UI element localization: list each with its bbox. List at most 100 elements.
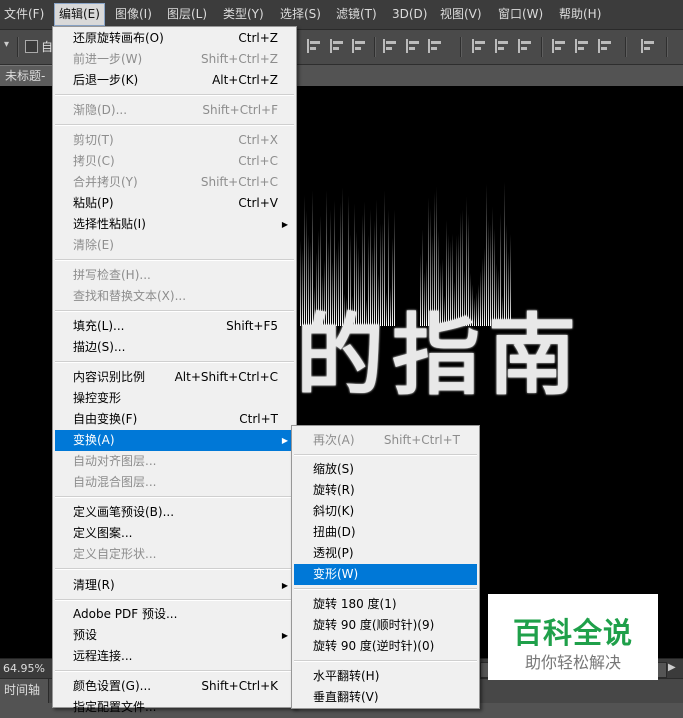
menu-item-content-aware-scale[interactable]: 内容识别比例 Alt+Shift+Ctrl+C xyxy=(55,367,294,388)
menu-separator xyxy=(55,361,294,363)
distribute-hcenter-icon[interactable] xyxy=(575,39,589,53)
menu-separator xyxy=(55,670,294,672)
menu-item-remote-connections[interactable]: 远程连接... xyxy=(55,646,294,667)
divider xyxy=(374,37,376,57)
menu-item-presets[interactable]: 预设 ▶ xyxy=(55,625,294,646)
menu-separator xyxy=(294,660,477,662)
menu-item-rotate-180[interactable]: 旋转 180 度(1) xyxy=(294,594,477,615)
submenu-arrow-icon: ▶ xyxy=(281,436,288,445)
distribute-vcenter-icon[interactable] xyxy=(495,39,509,53)
menu-help[interactable]: 帮助(H) xyxy=(555,4,605,25)
menu-select[interactable]: 选择(S) xyxy=(276,4,325,25)
menu-item-paste[interactable]: 粘贴(P) Ctrl+V xyxy=(55,193,294,214)
menu-item-free-transform[interactable]: 自由变换(F) Ctrl+T xyxy=(55,409,294,430)
zoom-level[interactable]: 64.95% xyxy=(3,662,45,675)
menu-item-again[interactable]: 再次(A) Shift+Ctrl+T xyxy=(294,430,477,451)
menu-item-perspective[interactable]: 透视(P) xyxy=(294,543,477,564)
align-top-icon[interactable] xyxy=(307,39,321,53)
menu-item-scale[interactable]: 缩放(S) xyxy=(294,459,477,480)
menu-item-transform[interactable]: 变换(A) ▶ xyxy=(55,430,294,451)
menu-item-rotate-90-ccw[interactable]: 旋转 90 度(逆时针)(0) xyxy=(294,636,477,657)
menu-item-define-pattern[interactable]: 定义图案... xyxy=(55,523,294,544)
menu-item-spell-check[interactable]: 拼写检查(H)... xyxy=(55,265,294,286)
menu-item-clear[interactable]: 清除(E) xyxy=(55,235,294,256)
distribute-left-icon[interactable] xyxy=(552,39,566,53)
watermark-title: 百科全说 xyxy=(512,616,633,650)
menu-item-stroke[interactable]: 描边(S)... xyxy=(55,337,294,358)
menu-item-fill[interactable]: 填充(L)... Shift+F5 xyxy=(55,316,294,337)
menu-separator xyxy=(294,454,477,456)
document-tab[interactable]: 未标题- xyxy=(0,65,57,86)
align-left-icon[interactable] xyxy=(383,39,397,53)
menu-item-paste-special[interactable]: 选择性粘贴(I) ▶ xyxy=(55,214,294,235)
submenu-arrow-icon: ▶ xyxy=(281,631,288,640)
watermark-subtitle: 助你轻松解决 xyxy=(524,653,621,672)
menu-edit[interactable]: 编辑(E) xyxy=(54,3,105,26)
menu-item-define-shape[interactable]: 定义自定形状... xyxy=(55,544,294,565)
menu-item-purge[interactable]: 清理(R) ▶ xyxy=(55,575,294,596)
distribute-top-icon[interactable] xyxy=(472,39,486,53)
menu-separator xyxy=(55,568,294,570)
align-right-icon[interactable] xyxy=(428,39,442,53)
menu-separator xyxy=(294,588,477,590)
divider xyxy=(541,37,543,57)
menu-item-rotate[interactable]: 旋转(R) xyxy=(294,480,477,501)
menu-item-auto-align-layers[interactable]: 自动对齐图层... xyxy=(55,451,294,472)
menu-item-rotate-90-cw[interactable]: 旋转 90 度(顺时针)(9) xyxy=(294,615,477,636)
canvas-char: 南 xyxy=(488,304,585,407)
menu-item-puppet-warp[interactable]: 操控变形 xyxy=(55,388,294,409)
submenu-arrow-icon: ▶ xyxy=(281,581,288,590)
menu-separator xyxy=(55,259,294,261)
divider xyxy=(17,37,19,57)
menu-separator xyxy=(55,496,294,498)
canvas-char: 的 xyxy=(296,304,393,407)
menu-item-flip-horizontal[interactable]: 水平翻转(H) xyxy=(294,666,477,687)
menu-filter[interactable]: 滤镜(T) xyxy=(332,4,381,25)
menu-separator xyxy=(55,599,294,601)
align-hcenter-icon[interactable] xyxy=(406,39,420,53)
divider xyxy=(666,37,668,57)
divider xyxy=(460,37,462,57)
menu-item-copy[interactable]: 拷贝(C) Ctrl+C xyxy=(55,151,294,172)
menu-3d[interactable]: 3D(D) xyxy=(388,4,431,25)
menu-item-color-settings[interactable]: 颜色设置(G)... Shift+Ctrl+K xyxy=(55,676,294,697)
auto-select-checkbox[interactable] xyxy=(25,40,38,53)
menu-window[interactable]: 窗口(W) xyxy=(494,4,547,25)
canvas-char: 指 xyxy=(392,304,489,407)
menu-item-flip-vertical[interactable]: 垂直翻转(V) xyxy=(294,687,477,708)
scroll-right-icon[interactable]: ▶ xyxy=(668,662,676,673)
menu-item-auto-blend-layers[interactable]: 自动混合图层... xyxy=(55,472,294,493)
menu-image[interactable]: 图像(I) xyxy=(111,4,156,25)
distribute-bottom-icon[interactable] xyxy=(518,39,532,53)
watermark-logo: 百科全说 助你轻松解决 xyxy=(488,594,658,680)
menu-item-warp[interactable]: 变形(W) xyxy=(294,564,477,585)
menu-item-undo[interactable]: 还原旋转画布(O) Ctrl+Z xyxy=(55,28,294,49)
menu-item-step-forward[interactable]: 前进一步(W) Shift+Ctrl+Z xyxy=(55,49,294,70)
menu-view[interactable]: 视图(V) xyxy=(436,4,486,25)
menu-item-find-replace[interactable]: 查找和替换文本(X)... xyxy=(55,286,294,307)
menu-item-skew[interactable]: 斜切(K) xyxy=(294,501,477,522)
submenu-arrow-icon: ▶ xyxy=(281,220,288,229)
auto-align-icon[interactable] xyxy=(641,39,655,53)
menu-item-copy-merged[interactable]: 合并拷贝(Y) Shift+Ctrl+C xyxy=(55,172,294,193)
menu-item-define-brush[interactable]: 定义画笔预设(B)... xyxy=(55,502,294,523)
menu-file[interactable]: 文件(F) xyxy=(0,4,48,25)
menu-item-fade[interactable]: 渐隐(D)... Shift+Ctrl+F xyxy=(55,100,294,121)
timeline-tab[interactable]: 时间轴 xyxy=(0,679,49,703)
menu-type[interactable]: 类型(Y) xyxy=(219,4,268,25)
menu-item-distort[interactable]: 扭曲(D) xyxy=(294,522,477,543)
transform-submenu: 再次(A) Shift+Ctrl+T 缩放(S) 旋转(R) 斜切(K) 扭曲(D… xyxy=(291,425,480,709)
edit-menu: 还原旋转画布(O) Ctrl+Z 前进一步(W) Shift+Ctrl+Z 后退一步… xyxy=(52,26,297,714)
menu-separator xyxy=(55,94,294,96)
menu-item-cut[interactable]: 剪切(T) Ctrl+X xyxy=(55,130,294,151)
menu-item-assign-profile[interactable]: 指定配置文件... xyxy=(55,697,294,718)
divider xyxy=(625,37,627,57)
menu-layer[interactable]: 图层(L) xyxy=(163,4,211,25)
distribute-right-icon[interactable] xyxy=(598,39,612,53)
tool-preset-dropdown-icon[interactable]: ▾ xyxy=(4,39,9,50)
menu-item-pdf-presets[interactable]: Adobe PDF 预设... xyxy=(55,604,294,625)
align-bottom-icon[interactable] xyxy=(352,39,366,53)
menu-item-step-backward[interactable]: 后退一步(K) Alt+Ctrl+Z xyxy=(55,70,294,91)
canvas-artwork-text: 的指南 xyxy=(296,308,584,404)
align-vcenter-icon[interactable] xyxy=(330,39,344,53)
